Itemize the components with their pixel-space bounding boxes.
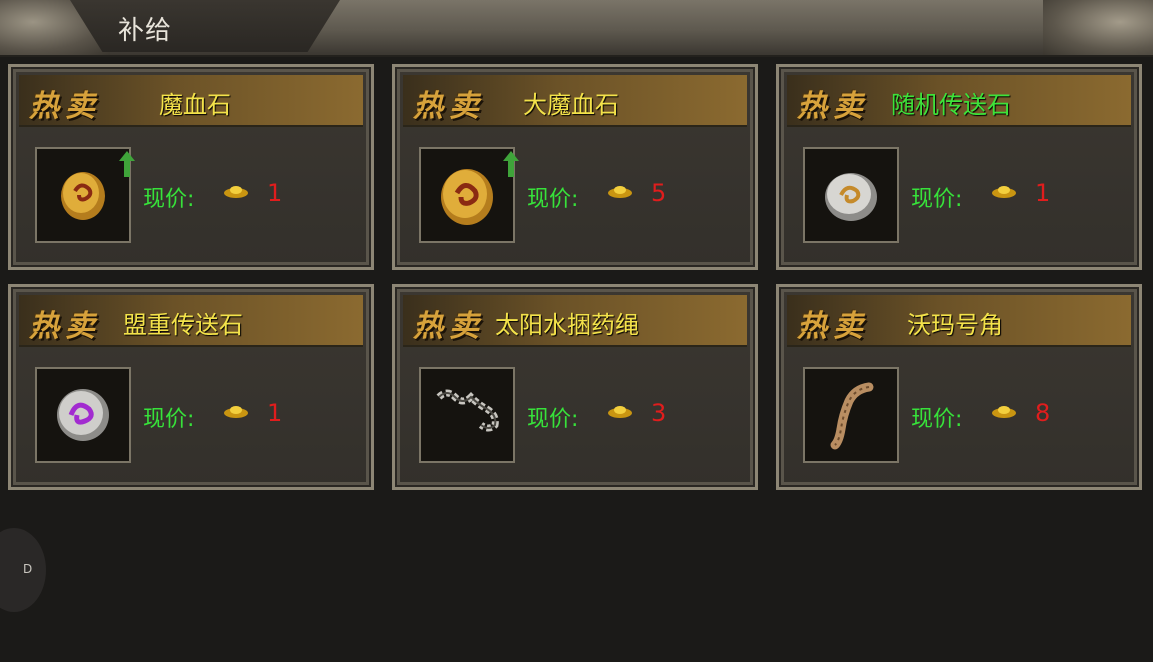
item-name: 盟重传送石 (123, 311, 243, 339)
hot-sale-label: 热卖 (797, 309, 869, 344)
card-header: 热卖 沃玛号角 (787, 295, 1131, 347)
title-tab (70, 0, 340, 52)
item-slot[interactable] (35, 367, 131, 463)
shop-item-card[interactable]: 热卖 大魔血石 现价: 5 (392, 64, 758, 270)
hot-sale-label: 热卖 (29, 89, 101, 124)
shop-item-card[interactable]: 热卖 沃玛号角 现价: 8 (776, 284, 1142, 490)
card-header: 热卖 太阳水捆药绳 (403, 295, 747, 347)
upgrade-arrow-icon (119, 151, 135, 177)
price-label: 现价: (911, 407, 963, 432)
gold-ingot-icon (224, 406, 248, 418)
item-slot[interactable] (419, 367, 515, 463)
floating-button[interactable]: D (0, 528, 46, 612)
price-value: 1 (267, 179, 283, 207)
floating-button-label: D (23, 562, 33, 576)
price-label: 现价: (527, 187, 579, 212)
window-title: 补给 (118, 16, 173, 46)
gold-ingot-icon (608, 406, 632, 418)
price-value: 3 (651, 399, 667, 427)
hot-sale-label: 热卖 (29, 309, 101, 344)
card-header: 热卖 随机传送石 (787, 75, 1131, 127)
item-name: 太阳水捆药绳 (495, 311, 639, 339)
card-header: 热卖 大魔血石 (403, 75, 747, 127)
large-blood-stone-icon (441, 169, 493, 225)
item-name: 大魔血石 (523, 91, 619, 119)
blood-stone-icon (61, 172, 105, 220)
gold-ingot-icon (992, 186, 1016, 198)
gold-ingot-icon (224, 186, 248, 198)
item-name: 魔血石 (159, 91, 231, 119)
item-slot[interactable] (35, 147, 131, 243)
price-label: 现价: (911, 187, 963, 212)
shop-item-card[interactable]: 热卖 太阳水捆药绳 现价: 3 (392, 284, 758, 490)
shop-item-card[interactable]: 热卖 盟重传送石 现价: 1 (8, 284, 374, 490)
potion-rope-icon (436, 389, 499, 432)
price-value: 5 (651, 179, 667, 207)
gold-ingot-icon (608, 186, 632, 198)
price-label: 现价: (143, 187, 195, 212)
price-value: 1 (1035, 179, 1051, 207)
price-value: 8 (1035, 399, 1051, 427)
shop-item-card[interactable]: 热卖 随机传送石 现价: 1 (776, 64, 1142, 270)
card-header: 热卖 盟重传送石 (19, 295, 363, 347)
hot-sale-label: 热卖 (413, 89, 485, 124)
item-slot[interactable] (803, 367, 899, 463)
random-teleport-stone-icon (825, 173, 877, 221)
item-slot[interactable] (803, 147, 899, 243)
woma-horn-icon (830, 382, 874, 450)
price-value: 1 (267, 399, 283, 427)
gold-ingot-icon (992, 406, 1016, 418)
title-bar: 补给 (0, 0, 1153, 57)
upgrade-arrow-icon (503, 151, 519, 177)
shop-grid: 热卖 魔血石 现价: 1 热卖 大魔血石 现价: 5 热卖 随机传送石 现价: … (8, 64, 1144, 496)
item-slot[interactable] (419, 147, 515, 243)
price-label: 现价: (143, 407, 195, 432)
mengzhong-teleport-stone-icon (57, 389, 109, 441)
hot-sale-label: 热卖 (413, 309, 485, 344)
item-name: 沃玛号角 (907, 311, 1003, 339)
dragon-ornament-right (1043, 0, 1153, 55)
item-name: 随机传送石 (891, 91, 1011, 119)
hot-sale-label: 热卖 (797, 89, 869, 124)
card-header: 热卖 魔血石 (19, 75, 363, 127)
price-label: 现价: (527, 407, 579, 432)
shop-item-card[interactable]: 热卖 魔血石 现价: 1 (8, 64, 374, 270)
